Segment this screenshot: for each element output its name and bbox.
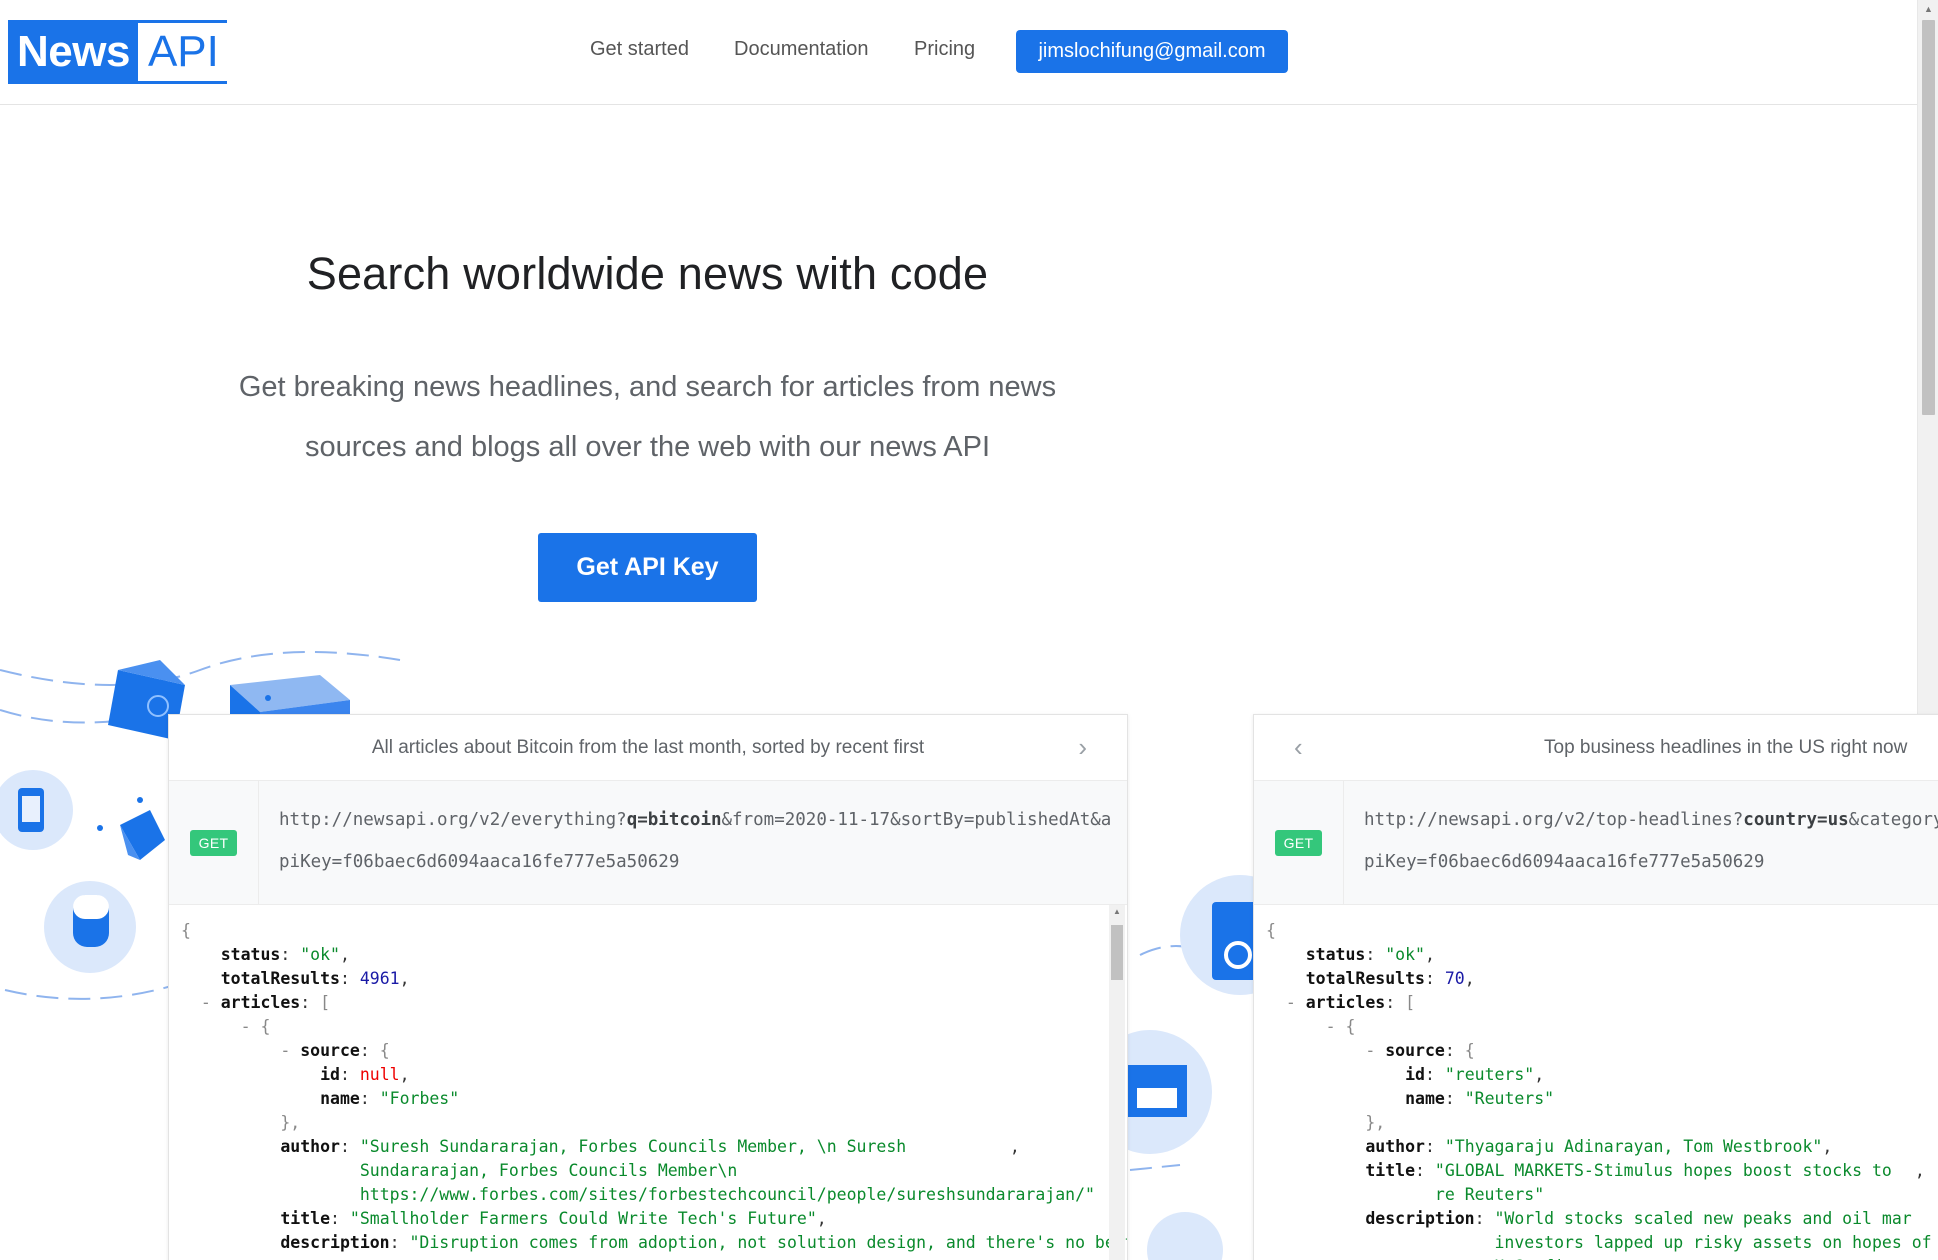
- json-source-name-value: "Forbes": [379, 1089, 460, 1108]
- url-prefix: http://newsapi.org/v2/everything?: [279, 810, 627, 830]
- nav-get-started-link[interactable]: Get started: [590, 38, 689, 61]
- json-response-panel[interactable]: { status: "ok", totalResults: 4961, - ar…: [169, 905, 1127, 1260]
- phone-circle-icon: [0, 770, 73, 850]
- nav-pricing-link[interactable]: Pricing: [914, 38, 975, 61]
- json-total-results-value: 70: [1444, 969, 1465, 988]
- json-title-value: "Smallholder Farmers Could Write Tech's …: [349, 1209, 817, 1228]
- example-caption: ‹ Top business headlines in the US right…: [1254, 715, 1938, 781]
- hero-subtitle-line-1: Get breaking news headlines, and search …: [238, 371, 1057, 403]
- json-description-value: "World stocks scaled new peaks and oil m…: [1494, 1209, 1932, 1260]
- chevron-right-icon[interactable]: ›: [1078, 733, 1087, 761]
- request-panel: GET http://newsapi.org/v2/top-headlines?…: [1254, 781, 1938, 905]
- cloud-icon: [1147, 1212, 1223, 1260]
- json-scroll-thumb[interactable]: [1111, 925, 1123, 980]
- http-method-column: GET: [169, 781, 259, 905]
- json-status-value: "ok": [1385, 945, 1425, 964]
- example-caption-text: All articles about Bitcoin from the last…: [371, 736, 925, 758]
- example-caption-text: Top business headlines in the US right n…: [1544, 736, 1908, 758]
- hero-subtitle-line-2: sources and blogs all over the web with …: [304, 431, 991, 463]
- http-method-column: GET: [1254, 781, 1344, 905]
- account-button[interactable]: jimslochifung@gmail.com: [1016, 30, 1288, 73]
- url-highlight-param: q=bitcoin: [626, 810, 722, 830]
- json-response-panel[interactable]: { status: "ok", totalResults: 70, - arti…: [1254, 905, 1938, 1260]
- get-method-badge: GET: [189, 830, 238, 856]
- json-source-name-value: "Reuters": [1464, 1089, 1555, 1108]
- json-scrollbar[interactable]: ▲: [1109, 905, 1125, 1260]
- chevron-left-icon[interactable]: ‹: [1294, 733, 1303, 761]
- url-highlight-param: country=us: [1743, 810, 1849, 830]
- newsapi-logo[interactable]: News API: [8, 20, 229, 84]
- get-method-badge: GET: [1274, 830, 1323, 856]
- json-title-value: "GLOBAL MARKETS-Stimulus hopes boost sto…: [1434, 1161, 1902, 1204]
- cube-icon: [120, 810, 165, 860]
- page-scroll-thumb[interactable]: [1922, 20, 1935, 415]
- hero-subtitle: Get breaking news headlines, and search …: [180, 357, 1115, 477]
- url-prefix: http://newsapi.org/v2/top-headlines?: [1364, 810, 1744, 830]
- smart-speaker-icon: [44, 881, 136, 973]
- get-api-key-button[interactable]: Get API Key: [538, 533, 757, 602]
- json-author-value: "Thyagaraju Adinarayan, Tom Westbrook": [1444, 1137, 1823, 1156]
- example-card-top-headlines: ‹ Top business headlines in the US right…: [1253, 714, 1938, 1260]
- example-caption: All articles about Bitcoin from the last…: [169, 715, 1127, 781]
- json-status-value: "ok": [300, 945, 340, 964]
- json-source-id-value: "reuters": [1444, 1065, 1535, 1084]
- top-navbar: News API Get started Documentation Prici…: [0, 0, 1917, 105]
- example-card-everything: All articles about Bitcoin from the last…: [168, 714, 1128, 1260]
- hero-title: Search worldwide news with code: [306, 248, 989, 299]
- json-response: { status: "ok", totalResults: 70, - arti…: [1266, 919, 1932, 1260]
- json-description-value: "Disruption comes from adoption, not sol…: [409, 1233, 1128, 1252]
- json-total-results-value: 4961: [359, 969, 400, 988]
- json-author-value: "Suresh Sundararajan, Forbes Councils Me…: [359, 1137, 1095, 1204]
- logo-api-text: API: [137, 23, 229, 81]
- json-source-id-value: null: [359, 1065, 400, 1084]
- request-url[interactable]: http://newsapi.org/v2/everything?q=bitco…: [279, 799, 1114, 883]
- nav-documentation-link[interactable]: Documentation: [734, 38, 869, 61]
- json-scroll-up-icon[interactable]: ▲: [1109, 907, 1125, 916]
- request-url[interactable]: http://newsapi.org/v2/top-headlines?coun…: [1364, 799, 1938, 883]
- scroll-up-arrow-icon[interactable]: ▲: [1918, 0, 1938, 17]
- json-response: { status: "ok", totalResults: 4961, - ar…: [181, 919, 1127, 1255]
- logo-news-text: News: [17, 27, 130, 76]
- request-panel: GET http://newsapi.org/v2/everything?q=b…: [169, 781, 1127, 905]
